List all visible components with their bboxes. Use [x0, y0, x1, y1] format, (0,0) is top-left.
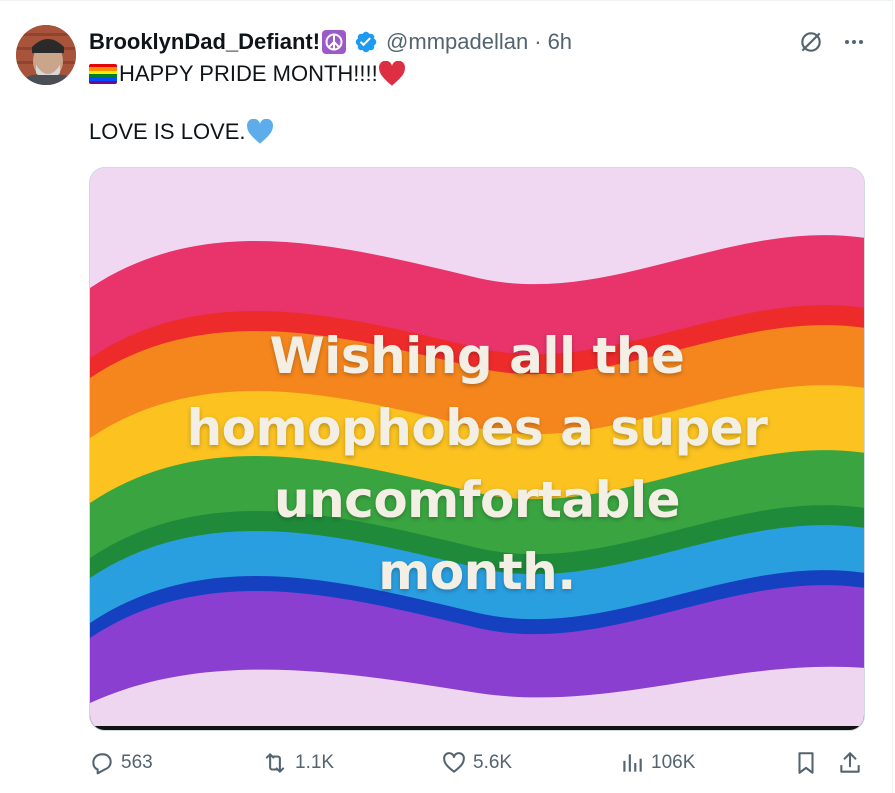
reply-icon	[92, 753, 112, 775]
repost-button[interactable]: 1.1K	[261, 750, 334, 776]
tweet-text-line1: HAPPY PRIDE MONTH!!!!	[89, 61, 406, 87]
caption-line: month.	[378, 543, 576, 601]
share-button[interactable]	[837, 750, 869, 776]
reply-count: 563	[121, 752, 153, 773]
bookmark-icon	[798, 752, 814, 774]
caption-line: homophobes a super	[186, 399, 768, 457]
caption-line: Wishing all the	[269, 327, 685, 385]
repost-count: 1.1K	[295, 752, 335, 773]
timestamp[interactable]: 6h	[548, 29, 572, 55]
peace-emoji	[322, 30, 347, 54]
rainbow-flag-emoji	[89, 64, 117, 84]
share-icon	[840, 752, 860, 773]
tweet-text-2: LOVE IS LOVE.	[89, 119, 246, 144]
bookmark-button[interactable]	[793, 750, 825, 776]
image-caption: Wishing all the homophobes a super uncom…	[90, 320, 864, 608]
views-button[interactable]: 106K	[619, 750, 695, 776]
display-name[interactable]: BrooklynDad_Defiant!	[89, 29, 320, 55]
separator: ·	[534, 29, 542, 54]
views-icon	[623, 754, 642, 772]
blue-heart-emoji	[246, 119, 273, 144]
repost-icon	[265, 753, 285, 773]
avatar[interactable]	[16, 25, 76, 85]
reply-button[interactable]: 563	[89, 750, 153, 776]
tweet[interactable]: BrooklynDad_Defiant! @mmpadellan · 6h HA…	[0, 0, 893, 793]
image-bottom-border	[90, 726, 864, 730]
more-icon[interactable]	[842, 30, 866, 54]
like-button[interactable]: 5.6K	[441, 750, 512, 776]
top-icons	[798, 29, 866, 55]
action-bar: 563 1.1K 5.6K 106K	[89, 750, 879, 784]
heart-emoji	[378, 61, 405, 86]
tweet-text-1: HAPPY PRIDE MONTH!!!!	[119, 61, 378, 86]
caption-line: uncomfortable	[273, 471, 681, 529]
grok-icon[interactable]	[798, 29, 824, 55]
like-count: 5.6K	[473, 752, 513, 773]
tweet-header: BrooklynDad_Defiant! @mmpadellan · 6h	[89, 27, 572, 57]
handle[interactable]: @mmpadellan	[386, 29, 528, 55]
tweet-text-line2: LOVE IS LOVE.	[89, 119, 274, 145]
like-icon	[443, 752, 465, 773]
views-count: 106K	[651, 752, 696, 773]
verified-icon[interactable]	[354, 30, 378, 54]
tweet-image[interactable]: Wishing all the homophobes a super uncom…	[89, 167, 865, 731]
